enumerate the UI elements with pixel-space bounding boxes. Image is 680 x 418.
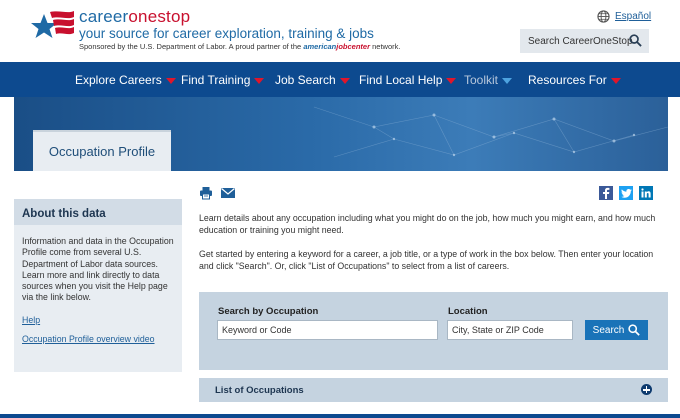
list-of-occupations-label: List of Occupations xyxy=(215,385,304,396)
list-of-occupations-toggle[interactable]: List of Occupations xyxy=(199,378,668,402)
instructions-paragraph: Get started by entering a keyword for a … xyxy=(199,249,654,271)
site-search-label: Search CareerOneStop xyxy=(528,35,633,47)
chevron-down-icon xyxy=(446,77,457,84)
globe-icon xyxy=(597,10,610,23)
chevron-down-icon xyxy=(254,77,265,84)
help-link[interactable]: Help xyxy=(22,315,174,325)
about-data-text: Information and data in the Occupation P… xyxy=(22,236,174,303)
sponsor-text: Sponsored by the U.S. Department of Labo… xyxy=(79,42,401,51)
nav-explore-careers[interactable]: Explore Careers xyxy=(75,73,176,87)
intro-paragraph: Learn details about any occupation inclu… xyxy=(199,213,656,235)
nav-toolkit[interactable]: Toolkit xyxy=(464,73,513,87)
facebook-icon[interactable] xyxy=(599,186,613,200)
site-header: careeronestop your source for career exp… xyxy=(0,0,680,62)
location-input[interactable] xyxy=(447,320,573,340)
search-button-label: Search xyxy=(592,324,625,336)
tab-occupation-profile[interactable]: Occupation Profile xyxy=(33,130,171,171)
chevron-down-icon xyxy=(610,77,621,84)
chevron-down-icon xyxy=(339,77,350,84)
plus-circle-icon[interactable] xyxy=(641,384,652,395)
page-title: Occupation Profile xyxy=(48,144,156,159)
chevron-down-icon xyxy=(165,77,176,84)
partner-logo-text: american xyxy=(303,42,337,51)
about-data-title: About this data xyxy=(22,208,106,220)
about-data-panel: Information and data in the Occupation P… xyxy=(14,225,182,372)
twitter-icon[interactable] xyxy=(619,186,633,200)
email-icon[interactable] xyxy=(220,186,236,200)
printer-icon[interactable] xyxy=(199,186,213,200)
brand-tagline: your source for career exploration, trai… xyxy=(79,26,374,41)
main-nav: Explore Careers Find Training Job Search… xyxy=(0,62,680,97)
location-label: Location xyxy=(448,306,488,317)
about-data-header: About this data xyxy=(14,199,182,225)
search-icon xyxy=(628,324,641,336)
nav-resources-for[interactable]: Resources For xyxy=(528,73,621,87)
nav-find-training[interactable]: Find Training xyxy=(181,73,265,87)
social-links xyxy=(599,186,653,200)
footer-edge xyxy=(0,414,680,418)
language-switch[interactable]: Español xyxy=(597,10,651,23)
occupation-label: Search by Occupation xyxy=(218,306,319,317)
chevron-down-icon xyxy=(502,77,513,84)
nav-find-local-help[interactable]: Find Local Help xyxy=(359,73,457,87)
share-tools xyxy=(199,186,236,200)
search-button[interactable]: Search xyxy=(585,320,648,340)
overview-video-link[interactable]: Occupation Profile overview video xyxy=(22,334,174,344)
occupation-search-input[interactable] xyxy=(217,320,438,340)
brand-name[interactable]: careeronestop xyxy=(79,8,190,25)
logo-star-icon[interactable] xyxy=(30,8,74,48)
site-search-box[interactable]: Search CareerOneStop xyxy=(520,29,649,53)
espanol-link[interactable]: Español xyxy=(615,11,651,22)
nav-job-search[interactable]: Job Search xyxy=(275,73,350,87)
search-icon[interactable] xyxy=(629,34,642,47)
linkedin-icon[interactable] xyxy=(639,186,653,200)
